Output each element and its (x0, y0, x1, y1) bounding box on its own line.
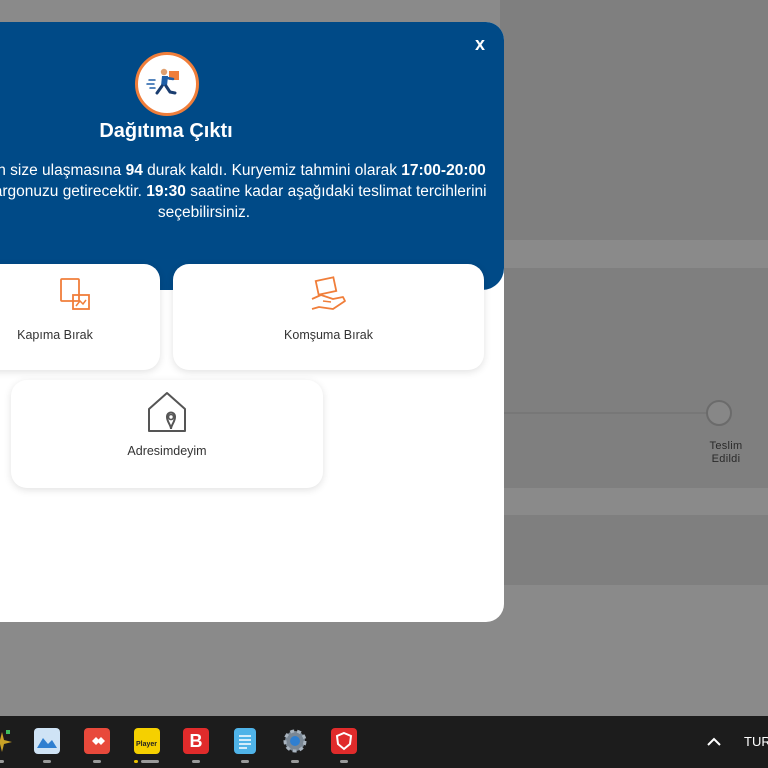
app-indicator-active (134, 760, 138, 763)
modal-header: x Dağıtıma Çıktı Kargonuzun size ulaşmas… (0, 22, 504, 290)
tracking-progress-line (504, 412, 708, 414)
option-leave-at-door[interactable]: Kapıma Bırak (0, 264, 160, 370)
app-indicator (0, 760, 4, 763)
app-indicator (93, 760, 101, 763)
option-label: Adresimdeyim (127, 444, 207, 458)
hand-package-icon (307, 274, 351, 318)
step-delivered-label: Teslim Edildi (709, 440, 743, 465)
windows-taskbar: Player B (0, 716, 768, 768)
option-label: Kapıma Bırak (17, 328, 93, 342)
option-i-am-at-address[interactable]: Adresimdeyim (11, 380, 323, 488)
home-location-icon (143, 390, 191, 434)
notepad-icon[interactable] (234, 728, 256, 754)
remaining-stops: 94 (125, 162, 143, 179)
photo-app-icon[interactable] (34, 728, 60, 754)
player-app-icon[interactable]: Player (134, 728, 160, 754)
language-indicator[interactable]: TUR (744, 734, 768, 749)
app-indicator (141, 760, 159, 763)
b-app-label: B (189, 731, 203, 751)
settings-gear-icon[interactable] (282, 728, 308, 754)
step-delivered-circle (706, 400, 732, 426)
door-package-icon (55, 274, 95, 318)
player-app-label: Player (136, 741, 158, 748)
preference-deadline: 19:30 (146, 183, 186, 200)
status-title: Dağıtıma Çıktı (99, 120, 233, 142)
app-indicator (43, 760, 51, 763)
courier-running-icon (135, 52, 199, 116)
app-indicator (340, 760, 348, 763)
app-indicator (241, 760, 249, 763)
app-indicator (291, 760, 299, 763)
b-app-icon[interactable]: B (183, 728, 209, 754)
sparkle-app-icon[interactable] (0, 728, 14, 754)
app-indicator (192, 760, 200, 763)
background-bottom-card (500, 515, 768, 585)
close-button[interactable]: x (470, 32, 490, 56)
estimated-time-range: 17:00-20:00 (401, 162, 486, 179)
option-leave-with-neighbor[interactable]: Komşuma Bırak (173, 264, 484, 370)
background-top-card (500, 0, 768, 240)
option-label: Komşuma Bırak (284, 328, 373, 342)
status-description: Kargonuzun size ulaşmasına 94 durak kald… (0, 162, 487, 221)
show-hidden-icons-chevron-icon[interactable] (704, 732, 724, 752)
anydesk-icon[interactable] (84, 728, 110, 754)
delivery-status-modal: x Dağıtıma Çıktı Kargonuzun size ulaşmas… (0, 22, 504, 622)
security-app-icon[interactable] (331, 728, 357, 754)
